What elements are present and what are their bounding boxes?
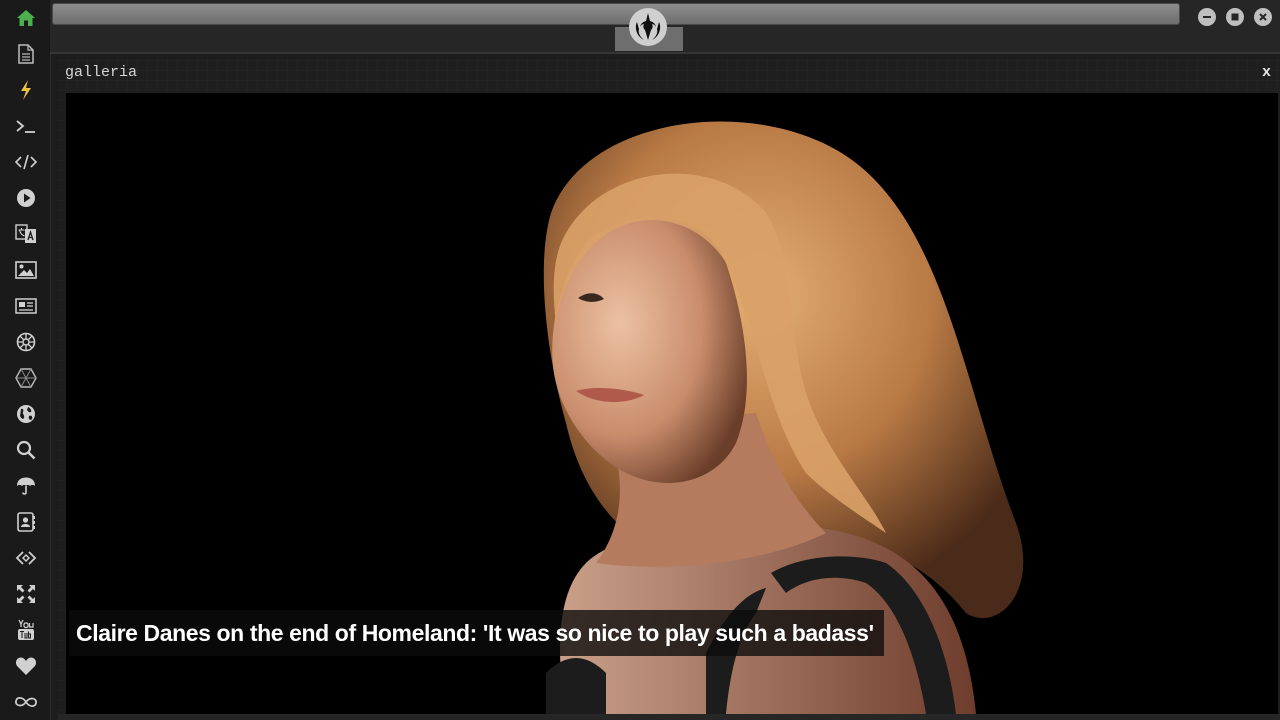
globe-icon [17,405,35,423]
empire-icon [16,332,36,352]
sidebar-item-lightning[interactable] [13,77,39,103]
sidebar-item-infinity[interactable] [13,689,39,715]
sidebar-item-contacts[interactable] [13,509,39,535]
minimize-button[interactable] [1198,8,1216,26]
code-icon [15,154,37,170]
lightning-icon [21,80,31,100]
play-icon [17,189,35,207]
rebel-alliance-icon [635,13,661,40]
sidebar-item-search[interactable] [13,437,39,463]
sidebar-item-translate[interactable] [13,221,39,247]
translate-icon [15,224,36,243]
sidebar-item-umbrella[interactable] [13,473,39,499]
newspaper-icon [15,298,37,314]
sidebar-item-newspaper[interactable] [13,293,39,319]
sidebar-item-terminal[interactable] [13,113,39,139]
infinity-icon [15,697,37,707]
terminal-icon [16,120,35,133]
logo-button[interactable] [629,8,667,46]
gallery-caption: Claire Danes on the end of Homeland: 'It… [69,610,884,656]
sidebar-item-youtube[interactable] [13,617,39,643]
close-icon [1259,13,1267,21]
sidebar-item-heart[interactable] [13,653,39,679]
minimize-icon [1203,16,1211,18]
gallery-viewer[interactable]: Claire Danes on the end of Homeland: 'It… [66,93,1278,714]
sidebar-item-globe[interactable] [13,401,39,427]
close-window-button[interactable] [1254,8,1272,26]
diamond-code-icon [15,551,37,565]
fullscreen-icon [17,585,35,603]
contacts-icon [17,512,35,532]
sidebar-item-hexagon[interactable] [13,365,39,391]
sidebar-item-document[interactable] [13,41,39,67]
panel-close-button[interactable]: x [1262,64,1271,81]
panel-bottom-bar [58,714,1280,720]
top-bar [50,0,1280,54]
panel-title: galleria [65,64,138,81]
sidebar-item-play[interactable] [13,185,39,211]
hexagon-icon [15,368,37,388]
umbrella-icon [17,477,35,495]
address-bar[interactable] [52,3,1180,25]
youtube-icon [18,619,34,640]
heart-icon [15,657,37,675]
sidebar-item-empire[interactable] [13,329,39,355]
sidebar-item-diamond-code[interactable] [13,545,39,571]
maximize-button[interactable] [1226,8,1244,26]
maximize-icon [1231,13,1239,21]
sidebar-item-home[interactable] [13,5,39,31]
document-icon [18,44,34,64]
search-icon [16,440,36,460]
divider [50,52,1280,54]
sidebar-item-image[interactable] [13,257,39,283]
sidebar-item-code[interactable] [13,149,39,175]
home-icon [17,10,35,26]
sidebar [0,0,51,720]
image-icon [15,261,37,279]
sidebar-item-fullscreen[interactable] [13,581,39,607]
galleria-panel: galleria x Claire Danes on the end of Ho… [58,59,1280,720]
